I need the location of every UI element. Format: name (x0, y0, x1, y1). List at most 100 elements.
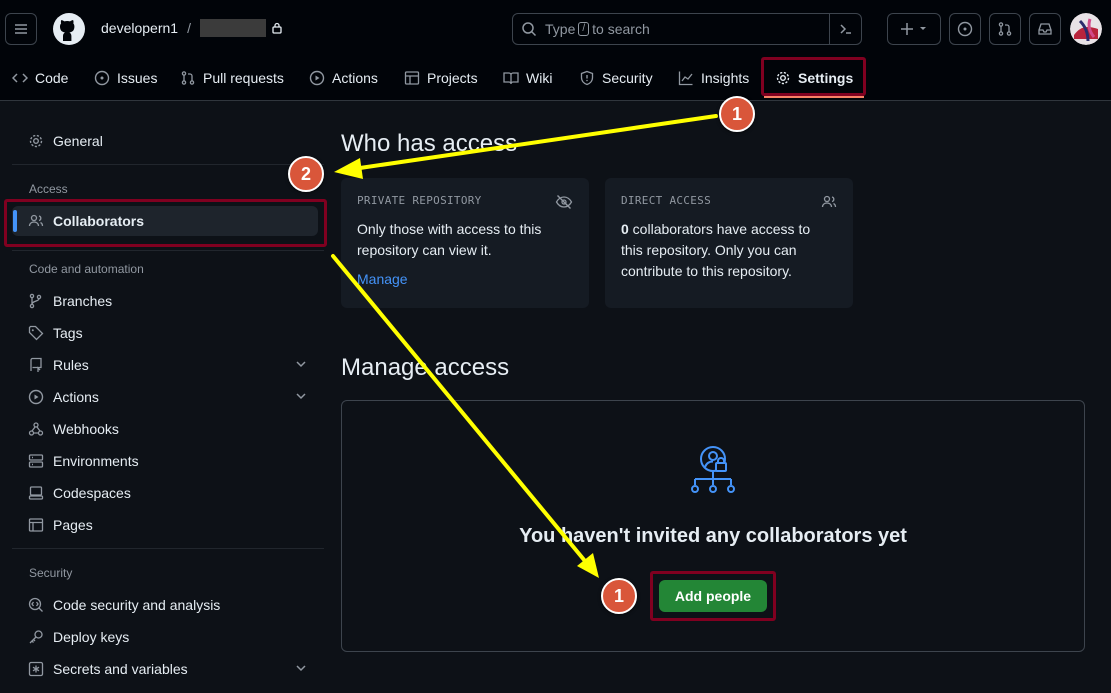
sidebar-item-tags[interactable]: Tags (28, 321, 83, 345)
sidebar-item-codespaces[interactable]: Codespaces (28, 481, 131, 505)
sidebar-item-pages[interactable]: Pages (28, 513, 93, 537)
key-icon (29, 630, 43, 644)
annotation-highlight-add-people (650, 571, 776, 621)
menu-button[interactable] (5, 13, 37, 45)
branch-icon (29, 293, 42, 309)
tab-label: Pull requests (203, 70, 284, 86)
sidebar-item-label: Deploy keys (53, 629, 130, 645)
tab-code[interactable]: Code (12, 60, 68, 96)
sidebar-item-label: Tags (53, 325, 83, 341)
table-icon (404, 71, 420, 85)
collaborator-count: 0 (621, 221, 629, 237)
who-has-access-title: Who has access (341, 130, 518, 157)
people-icon (821, 195, 837, 208)
issue-icon (957, 21, 973, 37)
manage-access-title: Manage access (341, 354, 510, 381)
sidebar-item-webhooks[interactable]: Webhooks (28, 417, 119, 441)
sidebar-divider (12, 164, 324, 165)
avatar-image-icon (1070, 13, 1102, 45)
issue-icon (94, 70, 110, 86)
tag-icon (28, 325, 44, 341)
chevron-down-icon[interactable] (295, 390, 307, 402)
active-tab-indicator (764, 96, 864, 98)
create-new-button[interactable] (887, 13, 941, 45)
sidebar-item-deploy-keys[interactable]: Deploy keys (28, 625, 129, 649)
private-repository-card: PRIVATE REPOSITORY Only those with acces… (341, 178, 589, 308)
gear-icon (29, 134, 43, 148)
tab-label: Projects (427, 70, 478, 86)
pull-requests-button[interactable] (989, 13, 1021, 45)
tab-label: Insights (701, 70, 750, 86)
browser-icon (28, 518, 44, 532)
play-icon (28, 389, 44, 405)
issues-button[interactable] (949, 13, 981, 45)
annotation-highlight-collaborators (4, 199, 327, 247)
graph-icon (678, 71, 693, 86)
sidebar-item-label: Webhooks (53, 421, 119, 437)
server-icon (28, 454, 44, 468)
tab-security[interactable]: Security (579, 60, 653, 96)
sidebar-item-label: Rules (53, 357, 89, 373)
tab-pull-requests[interactable]: Pull requests (180, 60, 284, 96)
direct-access-card: DIRECT ACCESS 0 collaborators have acces… (605, 178, 853, 308)
inbox-button[interactable] (1029, 13, 1061, 45)
codespaces-icon (28, 486, 44, 500)
pull-request-icon (998, 22, 1012, 36)
sidebar-item-label: Codespaces (53, 485, 131, 501)
step-badge-2: 2 (288, 156, 324, 192)
asterisk-icon (28, 661, 44, 677)
sidebar-item-label: General (53, 133, 103, 149)
card-label: PRIVATE REPOSITORY (357, 194, 482, 207)
step-badge-1: 1 (719, 96, 755, 132)
manage-link[interactable]: Manage (357, 271, 408, 287)
repo-context: developern1 / (101, 19, 283, 37)
chevron-down-icon[interactable] (295, 662, 307, 674)
sidebar-heading-access: Access (29, 182, 68, 196)
repo-push-icon (30, 357, 42, 372)
webhook-icon (28, 422, 44, 436)
inbox-icon (1038, 23, 1052, 35)
owner-link[interactable]: developern1 (101, 20, 178, 36)
search-icon (522, 22, 537, 37)
sidebar-item-label: Actions (53, 389, 99, 405)
sidebar-item-code-security[interactable]: Code security and analysis (28, 593, 220, 617)
sidebar-item-branches[interactable]: Branches (28, 289, 112, 313)
plus-icon (901, 23, 926, 35)
sidebar-item-actions[interactable]: Actions (28, 385, 99, 409)
user-avatar[interactable] (1070, 13, 1102, 45)
sidebar-divider (12, 548, 324, 549)
person-lock-icon (691, 446, 735, 493)
empty-state-message: You haven't invited any collaborators ye… (519, 525, 907, 547)
tab-projects[interactable]: Projects (404, 60, 478, 96)
book-icon (503, 72, 519, 85)
command-palette-button[interactable] (829, 13, 861, 45)
redacted-repo-name[interactable] (199, 19, 266, 37)
sidebar-item-label: Secrets and variables (53, 661, 188, 677)
tab-actions[interactable]: Actions (309, 60, 378, 96)
sidebar-item-rules[interactable]: Rules (28, 353, 89, 377)
github-logo-icon (53, 13, 85, 45)
path-separator: / (187, 20, 191, 36)
sidebar-item-environments[interactable]: Environments (28, 449, 139, 473)
search-placeholder-end: to search (592, 21, 650, 37)
search-input[interactable]: Type / to search (512, 13, 862, 45)
search-placeholder-start: Type (545, 21, 576, 37)
sidebar-item-label: Environments (53, 453, 139, 469)
search-shortcut-key: / (578, 22, 590, 36)
card-text: Only those with access to this repositor… (357, 221, 542, 258)
card-label: DIRECT ACCESS (621, 194, 711, 207)
sidebar-item-label: Pages (53, 517, 93, 533)
hamburger-icon (15, 24, 27, 34)
sidebar-item-secrets[interactable]: Secrets and variables (28, 657, 188, 681)
sidebar-item-general[interactable]: General (28, 129, 103, 153)
tab-insights[interactable]: Insights (678, 60, 749, 96)
tab-wiki[interactable]: Wiki (503, 60, 552, 96)
sidebar-heading-automation: Code and automation (29, 262, 144, 276)
chevron-down-icon[interactable] (295, 358, 307, 370)
eye-closed-icon (555, 195, 573, 209)
github-logo[interactable] (53, 13, 85, 45)
play-icon (309, 70, 325, 86)
code-icon (12, 73, 28, 83)
shield-icon (580, 70, 594, 86)
tab-issues[interactable]: Issues (94, 60, 157, 96)
